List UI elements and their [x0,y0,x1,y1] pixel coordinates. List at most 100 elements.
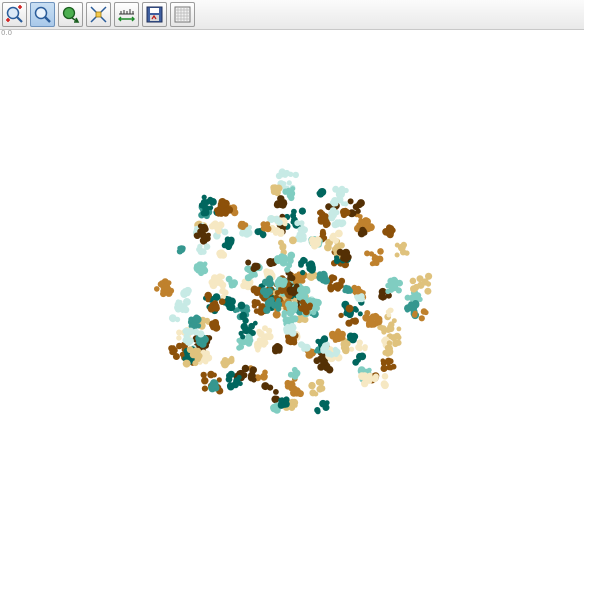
data-point [168,314,177,322]
data-point [245,259,252,266]
data-point [332,346,338,352]
data-point [285,337,293,345]
data-point [332,237,339,244]
data-point [385,309,391,315]
data-point [327,283,334,290]
data-point [316,190,322,196]
data-point [322,276,330,285]
data-point [351,210,357,217]
data-point [323,220,331,228]
data-point [404,294,411,301]
data-point [230,279,238,287]
data-point [318,385,326,392]
data-point [164,285,172,293]
data-point [274,290,281,296]
point-cluster [287,366,301,380]
grid-icon [174,6,191,23]
data-point [242,317,249,324]
data-point [339,219,347,227]
zoom-fit-button[interactable] [2,2,27,27]
point-cluster [174,298,191,314]
data-point [273,389,279,395]
data-point [284,266,291,273]
data-point [283,399,289,405]
point-cluster [176,245,186,255]
data-point [313,304,320,312]
data-point [374,260,380,266]
data-point [237,381,243,387]
point-cluster [208,273,227,290]
data-point [220,274,225,280]
data-point [355,201,363,209]
axis-scale-icon [118,9,135,22]
data-point [334,231,340,237]
data-point [288,171,294,177]
data-point [298,305,303,311]
zoom-fit-icon [6,5,23,23]
axis-scale-button[interactable] [114,2,139,27]
data-point [291,301,299,309]
data-point [287,251,296,260]
data-point [237,301,246,310]
point-cluster [308,378,326,397]
data-point [363,375,371,383]
data-point [340,251,349,260]
data-point [357,229,366,238]
data-point [394,252,400,258]
point-cluster [225,275,238,289]
data-point [400,249,407,256]
data-point [388,365,394,371]
select-icon [90,6,107,23]
data-point [298,262,304,268]
data-point [260,233,266,239]
point-cluster [196,243,211,256]
data-point [314,407,321,414]
point-cluster [314,399,330,415]
point-cluster [371,373,389,390]
zoom-icon [34,6,51,23]
data-point [369,313,378,322]
data-point [412,310,418,316]
data-point [261,225,269,232]
data-point [351,317,359,325]
data-point [293,387,301,395]
data-point [320,228,326,235]
data-point [211,372,217,378]
data-point [345,319,353,327]
point-cluster [382,224,396,239]
data-point [324,243,332,252]
data-point [282,316,290,324]
data-point [227,240,234,247]
data-point [386,346,392,352]
point-cluster [329,185,349,207]
data-point [386,340,393,346]
data-point [287,287,296,296]
scatter-plot[interactable] [0,32,600,600]
grid-button[interactable] [170,2,195,27]
point-cluster [168,314,181,323]
select-button[interactable] [86,2,111,27]
data-point [334,219,340,225]
data-point [329,199,336,206]
data-point [332,337,339,343]
pan-button[interactable] [58,2,83,27]
data-point [176,335,182,341]
data-point [244,274,252,282]
zoom-button[interactable] [30,2,55,27]
data-point [176,302,183,309]
point-cluster [347,198,365,218]
data-point [390,276,399,285]
data-point [338,312,344,319]
data-point [227,383,235,391]
save-button[interactable] [142,2,167,27]
data-point [200,198,208,207]
data-point [214,226,222,234]
data-point [260,287,268,296]
data-point [192,316,199,323]
data-point [221,242,228,249]
data-point [251,377,257,383]
data-point [236,374,242,380]
data-point [201,265,207,271]
data-point [367,319,376,328]
data-point [289,236,297,245]
